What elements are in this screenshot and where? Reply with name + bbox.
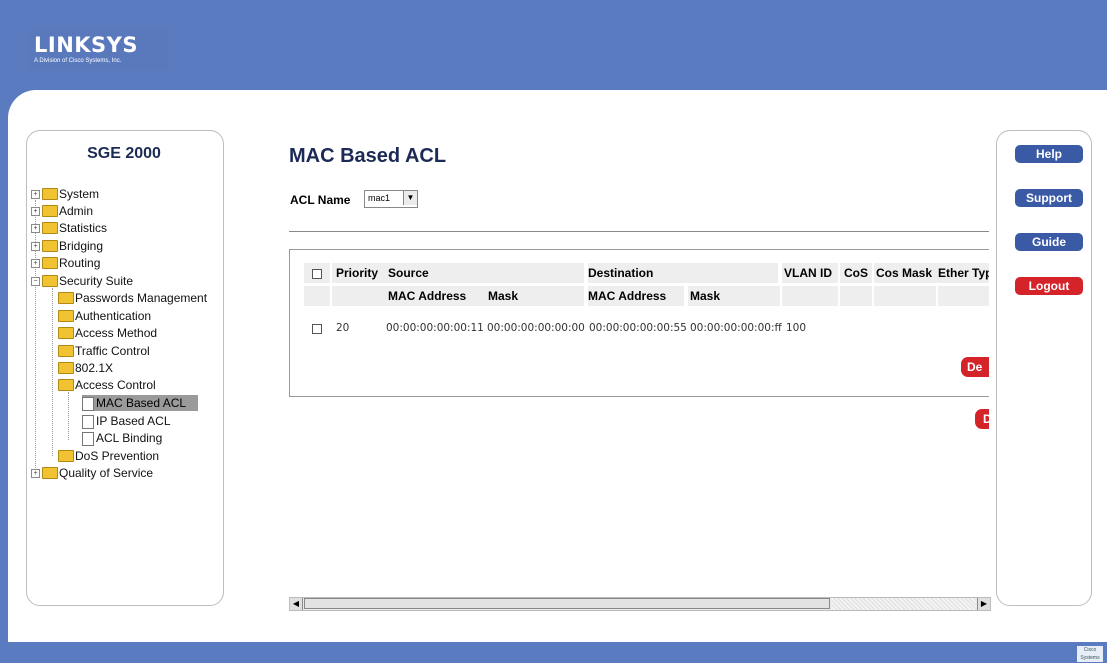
folder-icon — [42, 256, 58, 269]
horizontal-scrollbar[interactable]: ◀ ▶ — [289, 597, 991, 611]
table-row-checkbox-cell — [304, 318, 330, 338]
expand-icon[interactable]: + — [31, 224, 40, 234]
subheader-empty — [782, 286, 838, 306]
folder-icon — [42, 187, 58, 200]
document-icon — [82, 431, 94, 446]
divider — [289, 231, 989, 232]
sidebar-item-admin[interactable]: + Admin — [31, 203, 93, 219]
folder-icon — [42, 204, 58, 217]
row-source-mac: 00:00:00:00:00:11 — [386, 322, 484, 334]
sidebar-item-bridging[interactable]: + Bridging — [31, 238, 103, 254]
collapse-icon[interactable]: − — [31, 277, 40, 287]
sidebar-item-security-suite[interactable]: − Security Suite — [31, 273, 133, 289]
expand-icon[interactable]: + — [31, 259, 40, 269]
sidebar-item-acl-binding[interactable]: ACL Binding — [82, 430, 162, 446]
sidebar-item-ip-based-acl[interactable]: IP Based ACL — [82, 413, 171, 429]
subheader-empty — [874, 286, 936, 306]
sidebar-item-routing[interactable]: + Routing — [31, 255, 100, 271]
expand-icon[interactable]: + — [31, 242, 40, 252]
acl-table: Priority Source Destination VLAN ID CoS … — [289, 249, 989, 397]
subheader-empty — [840, 286, 872, 306]
header-destination: Destination — [588, 263, 778, 283]
scroll-right-icon[interactable]: ▶ — [977, 598, 990, 610]
row-priority: 20 — [336, 322, 350, 334]
scroll-left-icon[interactable]: ◀ — [290, 598, 303, 610]
subheader-destination-mask: Mask — [688, 286, 780, 306]
folder-open-icon — [58, 378, 74, 391]
folder-icon — [58, 449, 74, 462]
row-destination-mask: 00:00:00:00:00:ff — [690, 322, 782, 334]
folder-icon — [58, 291, 74, 304]
folder-icon — [58, 326, 74, 339]
subheader-destination-mac: MAC Address — [588, 286, 684, 306]
subheader-empty — [332, 286, 386, 306]
header-ether-type: Ether Typ — [938, 263, 989, 283]
select-all-cell — [304, 263, 330, 283]
header-source: Source — [386, 263, 584, 283]
chevron-down-icon[interactable]: ▼ — [403, 191, 417, 205]
acl-name-select[interactable]: mac1 ▼ — [364, 190, 418, 208]
delete-button[interactable]: De — [961, 357, 989, 377]
folder-icon — [42, 221, 58, 234]
document-icon — [82, 396, 94, 411]
guide-button[interactable]: Guide — [1015, 233, 1083, 251]
expand-icon[interactable]: + — [31, 207, 40, 217]
folder-icon — [58, 309, 74, 322]
sidebar-item-dos-prevention[interactable]: DoS Prevention — [58, 448, 159, 464]
document-icon — [82, 414, 94, 429]
folder-icon — [42, 466, 58, 479]
acl-name-value: mac1 — [368, 193, 391, 203]
sidebar-item-802-1x[interactable]: 802.1X — [58, 360, 113, 376]
row-destination-mac: 00:00:00:00:00:55 — [589, 322, 687, 334]
subheader-source-mask: Mask — [486, 286, 584, 306]
select-all-checkbox[interactable] — [312, 268, 322, 279]
subheader-empty — [938, 286, 989, 306]
sidebar-item-statistics[interactable]: + Statistics — [31, 220, 107, 236]
folder-open-icon — [42, 274, 58, 287]
header-vlan-id: VLAN ID — [782, 263, 838, 283]
tree-line — [68, 392, 69, 440]
sidebar-item-quality-of-service[interactable]: + Quality of Service — [31, 465, 153, 481]
sidebar-item-authentication[interactable]: Authentication — [58, 308, 151, 324]
sidebar-item-access-method[interactable]: Access Method — [58, 325, 157, 341]
help-button[interactable]: Help — [1015, 145, 1083, 163]
row-vlan-id: 100 — [786, 322, 807, 334]
linksys-logo: LINKSYS — [34, 33, 138, 57]
folder-icon — [42, 239, 58, 252]
logo-subtitle: A Division of Cisco Systems, Inc. — [34, 58, 122, 64]
sidebar-item-passwords-management[interactable]: Passwords Management — [58, 290, 207, 306]
sidebar-item-access-control[interactable]: Access Control — [58, 377, 156, 393]
acl-name-label: ACL Name — [290, 193, 351, 207]
scrollbar-thumb[interactable] — [304, 598, 830, 609]
logout-button[interactable]: Logout — [1015, 277, 1083, 295]
delete-all-button[interactable]: D — [975, 409, 989, 429]
row-checkbox[interactable] — [312, 323, 322, 334]
header-cos: CoS — [840, 263, 872, 283]
page-title: MAC Based ACL — [289, 145, 447, 167]
subheader-empty — [304, 286, 330, 306]
device-title: SGE 2000 — [87, 145, 161, 162]
scrollbar-track[interactable] — [832, 598, 976, 610]
sidebar-item-traffic-control[interactable]: Traffic Control — [58, 343, 150, 359]
header-priority: Priority — [332, 263, 386, 283]
subheader-source-mac: MAC Address — [386, 286, 486, 306]
support-button[interactable]: Support — [1015, 189, 1083, 207]
cisco-logo: Cisco Systems — [1077, 646, 1103, 662]
expand-icon[interactable]: + — [31, 469, 40, 479]
folder-icon — [58, 344, 74, 357]
tree-line — [52, 288, 53, 456]
sidebar-item-mac-based-acl[interactable]: MAC Based ACL — [82, 395, 199, 411]
sidebar-item-system[interactable]: + System — [31, 186, 99, 202]
footer-bar — [0, 642, 1107, 663]
header-cos-mask: Cos Mask — [874, 263, 938, 283]
expand-icon[interactable]: + — [31, 190, 40, 200]
content-area: ACL Name mac1 ▼ Priority Source Destinat… — [289, 175, 989, 595]
folder-icon — [58, 361, 74, 374]
row-source-mask: 00:00:00:00:00:00 — [487, 322, 585, 334]
